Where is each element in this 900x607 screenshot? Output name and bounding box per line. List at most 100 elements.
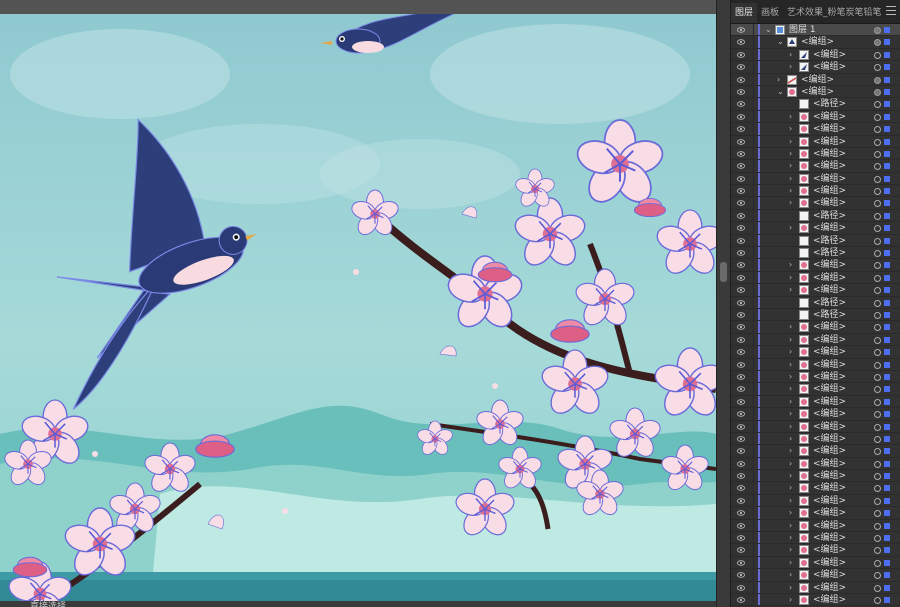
visibility-eye-icon[interactable] <box>737 361 745 368</box>
chevron-right-icon[interactable]: › <box>789 496 792 506</box>
chevron-right-icon[interactable]: › <box>789 198 792 208</box>
visibility-eye-icon[interactable] <box>737 337 745 343</box>
selection-indicator[interactable] <box>884 225 890 232</box>
chevron-right-icon[interactable]: › <box>789 335 792 345</box>
selection-indicator[interactable] <box>884 200 890 207</box>
layer-row[interactable]: <路径> <box>731 234 900 248</box>
layer-row[interactable]: › <编组> <box>731 519 900 533</box>
visibility-eye-icon[interactable] <box>737 572 745 578</box>
selection-indicator[interactable] <box>884 101 890 108</box>
visibility-eye-icon[interactable] <box>737 27 745 33</box>
target-circle-icon[interactable] <box>874 237 881 245</box>
visibility-eye-icon[interactable] <box>737 374 745 380</box>
layer-row[interactable]: ⌄ <编组> <box>731 85 900 99</box>
layer-name[interactable]: <编组> <box>813 259 846 271</box>
layer-name[interactable]: 图层 1 <box>789 24 816 36</box>
layer-row[interactable]: › <编组> <box>731 556 900 570</box>
scroll-thumb[interactable] <box>720 262 727 282</box>
chevron-right-icon[interactable]: › <box>789 174 792 184</box>
target-circle-icon[interactable] <box>874 200 881 208</box>
selection-indicator[interactable] <box>884 250 890 257</box>
layer-name[interactable]: <编组> <box>813 61 846 73</box>
panel-menu-icon[interactable] <box>886 6 896 15</box>
target-circle-icon[interactable] <box>874 510 881 518</box>
layer-name[interactable]: <编组> <box>813 594 846 606</box>
target-circle-icon[interactable] <box>874 398 881 406</box>
layer-name[interactable]: <编组> <box>813 482 846 494</box>
chevron-right-icon[interactable]: › <box>789 434 792 444</box>
layer-row[interactable]: › <编组> <box>731 507 900 520</box>
selection-indicator[interactable] <box>884 522 890 529</box>
layer-name[interactable]: <编组> <box>813 284 846 296</box>
selection-indicator[interactable] <box>884 547 890 554</box>
selection-indicator[interactable] <box>884 27 890 33</box>
layer-row[interactable]: › <编组> <box>731 73 900 86</box>
target-circle-icon[interactable] <box>874 324 881 332</box>
target-circle-icon[interactable] <box>874 175 881 183</box>
target-circle-icon[interactable] <box>874 39 881 47</box>
target-circle-icon[interactable] <box>874 485 881 493</box>
layer-name[interactable]: <路径> <box>813 210 846 222</box>
target-circle-icon[interactable] <box>874 250 881 258</box>
target-circle-icon[interactable] <box>874 188 881 196</box>
target-circle-icon[interactable] <box>874 262 881 270</box>
chevron-right-icon[interactable]: › <box>789 533 792 543</box>
target-circle-icon[interactable] <box>874 163 881 171</box>
visibility-eye-icon[interactable] <box>737 399 745 405</box>
visibility-eye-icon[interactable] <box>737 324 745 331</box>
selection-indicator[interactable] <box>884 336 890 343</box>
chevron-right-icon[interactable]: › <box>789 149 792 159</box>
chevron-right-icon[interactable]: › <box>789 397 792 407</box>
visibility-eye-icon[interactable] <box>737 101 745 108</box>
target-circle-icon[interactable] <box>874 101 881 109</box>
selection-indicator[interactable] <box>884 398 890 405</box>
visibility-eye-icon[interactable] <box>737 411 745 417</box>
layer-row[interactable]: › <编组> <box>731 532 900 545</box>
chevron-right-icon[interactable]: › <box>789 260 792 270</box>
layer-row[interactable]: › <编组> <box>731 135 900 148</box>
layer-name[interactable]: <编组> <box>813 160 846 172</box>
visibility-eye-icon[interactable] <box>737 114 745 120</box>
layer-row[interactable]: › <编组> <box>731 284 900 297</box>
visibility-eye-icon[interactable] <box>737 213 745 219</box>
visibility-eye-icon[interactable] <box>737 262 745 269</box>
layer-name[interactable]: <路径> <box>813 309 846 321</box>
layer-name[interactable]: <编组> <box>813 371 846 383</box>
layer-name[interactable]: <编组> <box>813 123 846 135</box>
selection-indicator[interactable] <box>884 485 890 492</box>
visibility-eye-icon[interactable] <box>737 522 745 529</box>
layer-name[interactable]: <编组> <box>813 49 846 61</box>
layer-name[interactable]: <编组> <box>813 197 846 209</box>
chevron-right-icon[interactable]: › <box>789 545 792 555</box>
target-circle-icon[interactable] <box>874 150 881 158</box>
visibility-eye-icon[interactable] <box>737 225 745 231</box>
target-circle-icon[interactable] <box>874 373 881 381</box>
target-circle-icon[interactable] <box>874 460 881 468</box>
layer-name[interactable]: <编组> <box>813 470 846 482</box>
layer-row[interactable]: <路径> <box>731 247 900 260</box>
layer-name[interactable]: <编组> <box>813 321 846 333</box>
chevron-right-icon[interactable]: › <box>789 471 792 481</box>
visibility-eye-icon[interactable] <box>737 423 745 430</box>
selection-indicator[interactable] <box>884 51 890 58</box>
layer-name[interactable]: <路径> <box>813 235 846 247</box>
target-circle-icon[interactable] <box>874 473 881 481</box>
visibility-eye-icon[interactable] <box>737 76 745 83</box>
chevron-right-icon[interactable]: › <box>789 483 792 493</box>
chevron-down-icon[interactable]: ⌄ <box>765 25 772 35</box>
chevron-down-icon[interactable]: ⌄ <box>777 37 784 47</box>
visibility-eye-icon[interactable] <box>737 498 745 504</box>
layer-row[interactable]: › <编组> <box>731 61 900 74</box>
layer-row[interactable]: <路径> <box>731 98 900 111</box>
layer-name[interactable]: <编组> <box>813 346 846 358</box>
target-circle-icon[interactable] <box>874 497 881 505</box>
layer-name[interactable]: <编组> <box>813 334 846 346</box>
tab-art-effects[interactable]: 艺术效果_粉笔炭笔铅笔 <box>783 3 886 23</box>
layer-name[interactable]: <编组> <box>813 421 846 433</box>
layer-name[interactable]: <编组> <box>801 86 834 98</box>
visibility-eye-icon[interactable] <box>737 200 745 207</box>
layer-name[interactable]: <编组> <box>813 359 846 371</box>
layer-row[interactable]: › <编组> <box>731 445 900 458</box>
target-circle-icon[interactable] <box>874 336 881 344</box>
layer-name[interactable]: <编组> <box>813 383 846 395</box>
